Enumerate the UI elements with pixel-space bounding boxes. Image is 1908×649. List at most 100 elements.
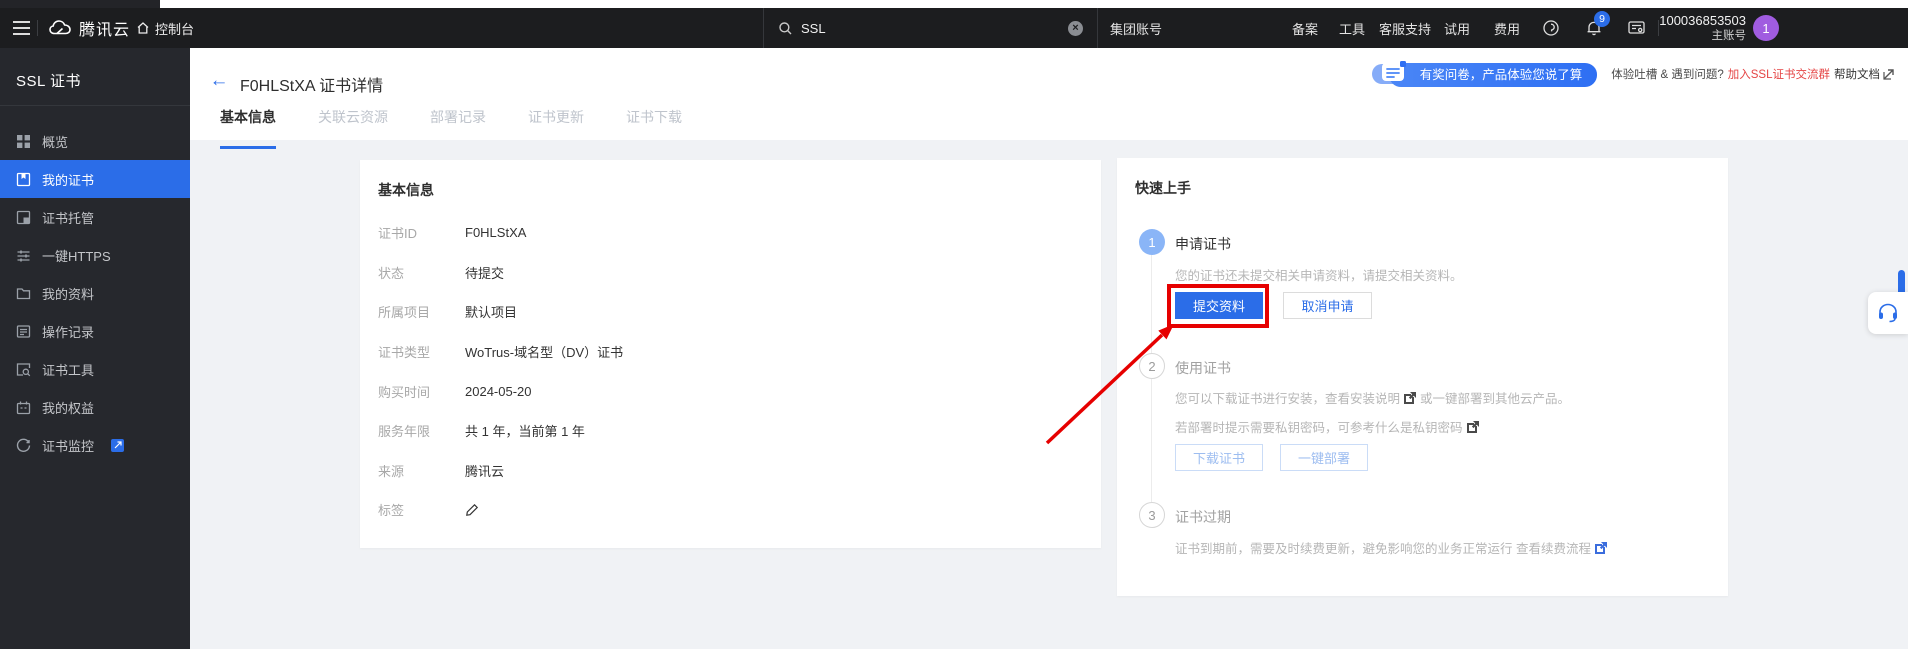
certificate-icon [16, 172, 31, 187]
back-button[interactable]: ← [208, 70, 230, 92]
info-row-source: 来源 腾讯云 [378, 451, 1083, 491]
sidebar-item-label: 证书工具 [42, 360, 94, 379]
survey-chat-icon [1381, 60, 1407, 89]
external-link-icon[interactable] [111, 439, 124, 452]
search-input[interactable]: SSL [801, 21, 1060, 36]
search-icon [778, 21, 793, 36]
folder-icon [16, 286, 31, 301]
feedback-text: 体验吐槽 & 遇到问题? [1611, 66, 1723, 82]
service-icon[interactable] [1542, 8, 1560, 48]
helper-links: 体验吐槽 & 遇到问题? 加入SSL证书交流群 帮助文档 [1611, 66, 1894, 82]
step-3-desc: 证书到期前，需要及时续费更新，避免影响您的业务正常运行 查看续费流程 [1175, 538, 1607, 557]
avatar[interactable]: 1 [1753, 15, 1779, 41]
notification-badge: 9 [1594, 11, 1610, 27]
private-key-external-link-icon[interactable] [1467, 421, 1479, 433]
info-value: F0HLStXA [465, 225, 526, 240]
sidebar-item-overview[interactable]: 概览 [0, 122, 190, 160]
one-click-deploy-button[interactable]: 一键部署 [1280, 444, 1368, 471]
topbar-link-support[interactable]: 客服支持 [1379, 8, 1431, 48]
window-top-strip [0, 0, 1908, 8]
topbar-link-trial[interactable]: 试用 [1444, 8, 1470, 48]
info-row-service-years: 服务年限 共 1 年，当前第 1 年 [378, 411, 1083, 451]
help-doc-label: 帮助文档 [1834, 66, 1880, 82]
info-row-cert-type: 证书类型 WoTrus-域名型（DV）证书 [378, 332, 1083, 372]
info-value: WoTrus-域名型（DV）证书 [465, 342, 623, 361]
tab-cert-download[interactable]: 证书下载 [626, 106, 682, 140]
tab-cert-renewal[interactable]: 证书更新 [528, 106, 584, 140]
info-label: 证书ID [378, 223, 465, 242]
sidebar-item-label: 证书托管 [42, 208, 94, 227]
info-label: 所属项目 [378, 302, 465, 321]
info-value: 待提交 [465, 263, 504, 282]
clear-search-icon[interactable]: × [1068, 21, 1083, 36]
sidebar-item-my-certificates[interactable]: 我的证书 [0, 160, 190, 198]
info-row-status: 状态 待提交 [378, 253, 1083, 293]
help-doc-link[interactable]: 帮助文档 [1834, 66, 1894, 82]
step-2-desc-post: 或一键部署到其他云产品。 [1420, 388, 1570, 407]
step-1-circle: 1 [1139, 229, 1165, 255]
step-2-circle: 2 [1139, 353, 1165, 379]
sidebar-item-cert-monitor[interactable]: 证书监控 [0, 426, 190, 464]
sidebar-item-cert-hosting[interactable]: 证书托管 [0, 198, 190, 236]
survey-banner[interactable]: 有奖问卷，产品体验您说了算 [1372, 64, 1598, 84]
topbar-link-tools[interactable]: 工具 [1339, 8, 1365, 48]
sidebar-item-label: 我的资料 [42, 284, 94, 303]
sliders-icon [16, 248, 31, 263]
sidebar-item-label: 我的权益 [42, 398, 94, 417]
sidebar-item-label: 操作记录 [42, 322, 94, 341]
topbar: 腾讯云 控制台 SSL × 集团账号 备案 工具 客服支持 试用 费用 [0, 8, 1908, 48]
grid-icon [16, 134, 31, 149]
workspace-icon[interactable] [1627, 8, 1646, 48]
console-link[interactable]: 控制台 [136, 8, 194, 48]
sidebar-item-cert-tools[interactable]: 证书工具 [0, 350, 190, 388]
sidebar-item-one-click-https[interactable]: 一键HTTPS [0, 236, 190, 274]
cancel-application-button[interactable]: 取消申请 [1283, 292, 1372, 319]
step-2-title: 使用证书 [1175, 358, 1231, 378]
sidebar-item-operation-log[interactable]: 操作记录 [0, 312, 190, 350]
support-widget-button[interactable] [1868, 292, 1908, 334]
brand-logo[interactable]: 腾讯云 [48, 8, 130, 48]
external-link-icon [1883, 69, 1894, 80]
step-1-title: 申请证书 [1175, 234, 1231, 254]
topbar-link-group-account[interactable]: 集团账号 [1110, 8, 1162, 48]
hamburger-menu-button[interactable] [8, 8, 34, 48]
step-2-desc-line1: 您可以下载证书进行安装，查看安装说明 或一键部署到其他云产品。 [1175, 388, 1570, 407]
quick-start-card: 快速上手 1 申请证书 您的证书还未提交相关申请资料，请提交相关资料。 提交资料… [1117, 158, 1728, 596]
cert-tools-icon [16, 362, 31, 377]
topbar-link-icp[interactable]: 备案 [1292, 8, 1318, 48]
info-row-cert-id: 证书ID F0HLStXA [378, 213, 1083, 253]
hamburger-icon [13, 21, 30, 35]
submit-materials-button[interactable]: 提交资料 [1175, 292, 1263, 319]
edit-tags-button[interactable] [465, 503, 479, 517]
account-type: 主账号 [1659, 29, 1746, 43]
notifications-button[interactable]: 9 [1585, 8, 1603, 48]
basic-info-card: 基本信息 证书ID F0HLStXA 状态 待提交 所属项目 默认项目 证书类型… [360, 160, 1101, 548]
info-row-purchase-time: 购买时间 2024-05-20 [378, 371, 1083, 411]
info-row-tags: 标签 [378, 490, 1083, 530]
sidebar-item-my-materials[interactable]: 我的资料 [0, 274, 190, 312]
account-info[interactable]: 100036853503 主账号 [1668, 8, 1746, 48]
cloud-logo-icon [48, 19, 72, 37]
sidebar-item-label: 证书监控 [42, 436, 94, 455]
sidebar-item-my-benefits[interactable]: 我的权益 [0, 388, 190, 426]
tab-cloud-resources[interactable]: 关联云资源 [318, 106, 388, 140]
info-value: 腾讯云 [465, 461, 504, 480]
renewal-flow-external-link-icon[interactable] [1595, 542, 1607, 554]
tab-deploy-records[interactable]: 部署记录 [430, 106, 486, 140]
tab-basic-info[interactable]: 基本信息 [220, 106, 276, 140]
survey-banner-text: 有奖问卷，产品体验您说了算 [1389, 63, 1598, 87]
brand-name: 腾讯云 [79, 16, 130, 40]
info-label: 状态 [378, 263, 465, 282]
join-group-link[interactable]: 加入SSL证书交流群 [1728, 66, 1830, 82]
install-guide-external-link-icon[interactable] [1404, 392, 1416, 404]
edit-pencil-icon [465, 503, 479, 517]
step-2-desc-line2: 若部署时提示需要私钥密码，可参考什么是私钥密码 [1175, 417, 1479, 436]
account-id: 100036853503 [1659, 13, 1746, 29]
sidebar-item-label: 概览 [42, 132, 68, 151]
topbar-link-billing[interactable]: 费用 [1494, 8, 1520, 48]
monitor-icon [16, 438, 31, 453]
download-cert-button[interactable]: 下载证书 [1175, 444, 1263, 471]
global-search[interactable]: SSL × [763, 8, 1098, 48]
basic-info-title: 基本信息 [378, 180, 434, 200]
step-1-desc: 您的证书还未提交相关申请资料，请提交相关资料。 [1175, 265, 1463, 284]
